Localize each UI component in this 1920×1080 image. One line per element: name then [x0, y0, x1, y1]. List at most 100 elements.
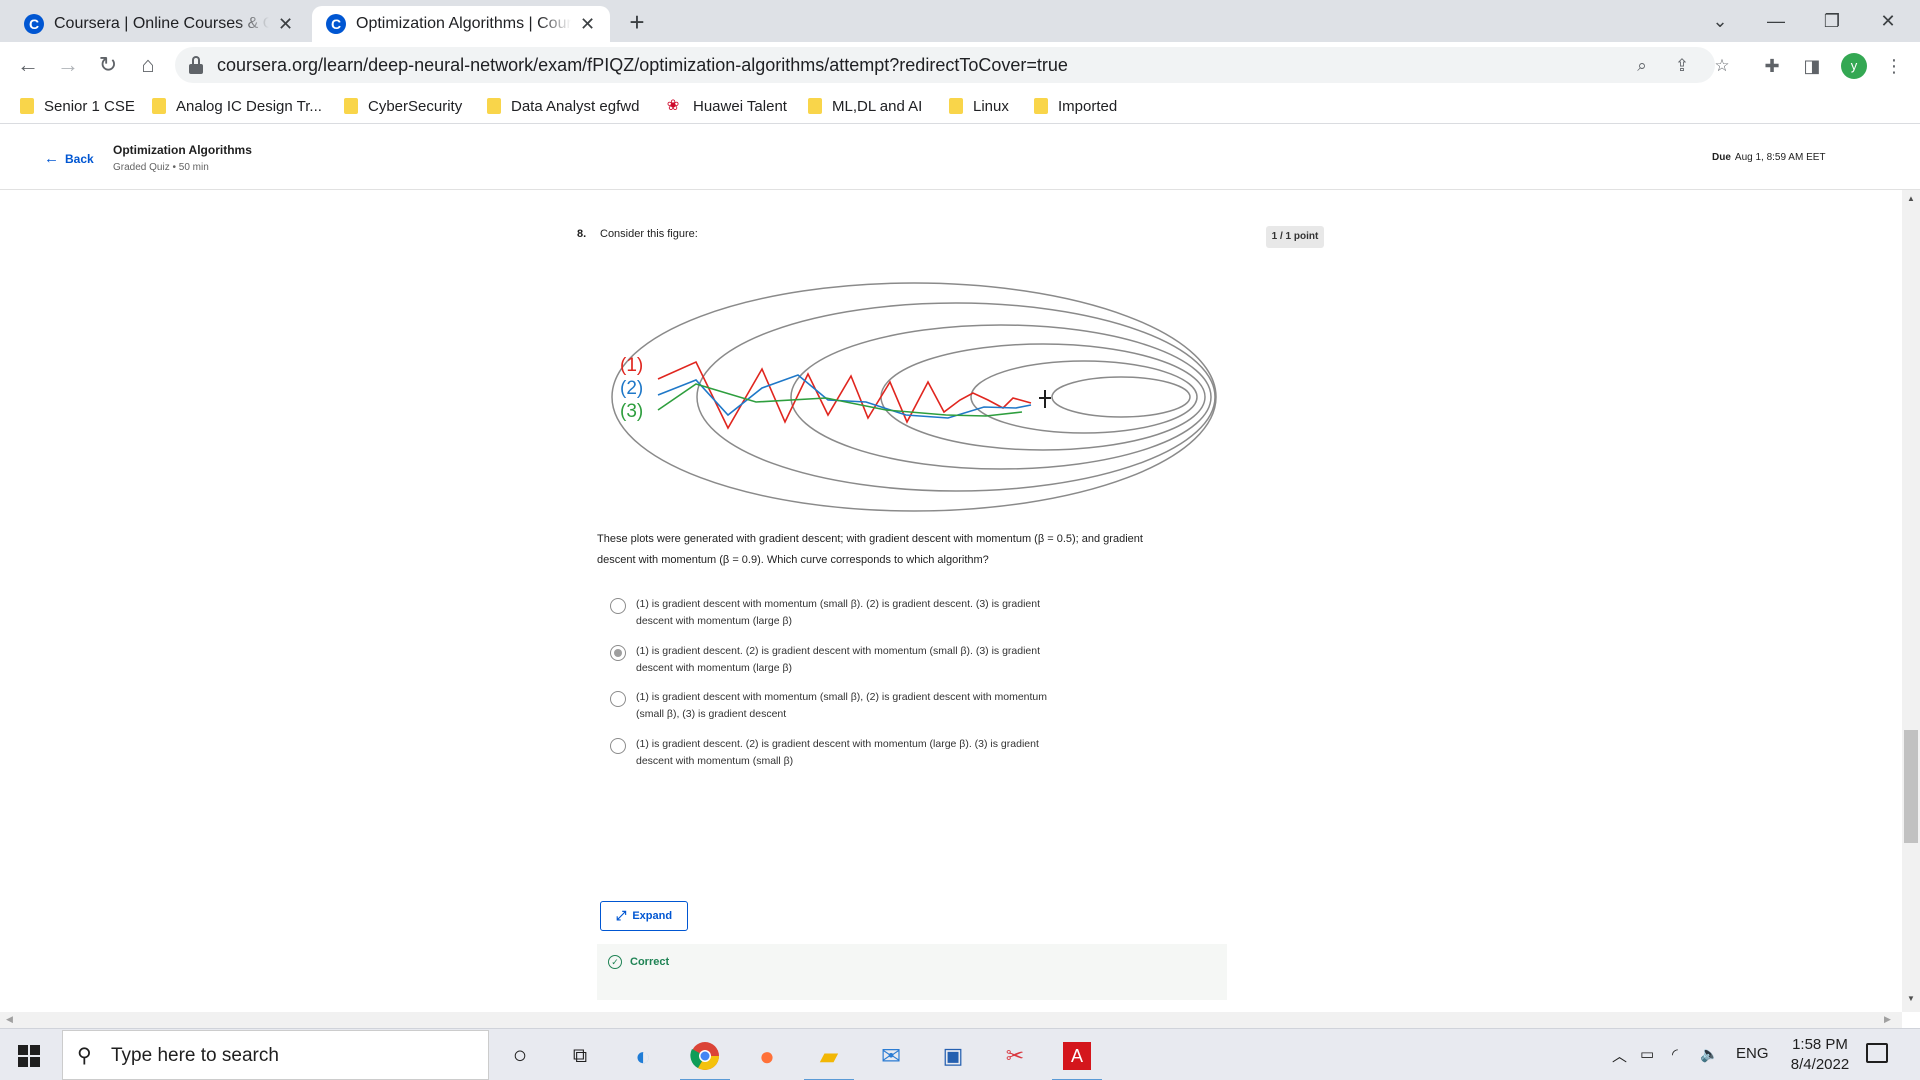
close-icon[interactable]: ✕: [579, 14, 596, 35]
restore-button[interactable]: ❐: [1812, 6, 1852, 36]
clock-date: 8/4/2022: [1790, 1056, 1850, 1073]
option-text: (1) is gradient descent with momentum (s…: [636, 689, 1106, 723]
radio-button[interactable]: [610, 691, 626, 707]
close-window-button[interactable]: ✕: [1868, 6, 1908, 36]
task-view-icon[interactable]: ⧉: [563, 1039, 597, 1073]
quiz-subtitle: Graded Quiz • 50 min: [113, 162, 209, 173]
bookmark-data-analyst[interactable]: Data Analyst egfwd: [487, 95, 639, 117]
expand-button[interactable]: ⤢ Expand: [600, 901, 688, 931]
zoom-icon[interactable]: ⌕: [1631, 55, 1653, 77]
radio-button[interactable]: [610, 598, 626, 614]
scroll-left-arrow-icon[interactable]: ◀: [6, 1014, 13, 1025]
forward-arrow-icon[interactable]: →: [54, 51, 82, 79]
browser-toolbar: ← → ↻ ⌂ coursera.org/learn/deep-neural-n…: [0, 42, 1920, 88]
show-hidden-icons-chevron-icon[interactable]: ︿: [1612, 1045, 1627, 1066]
folder-icon: [1034, 98, 1048, 114]
option-line-1: (1) is gradient descent. (2) is gradient…: [636, 738, 1039, 750]
menu-kebab-icon[interactable]: ⋮: [1882, 54, 1906, 78]
description-line-1: These plots were generated with gradient…: [597, 533, 1143, 545]
language-indicator[interactable]: ENG: [1736, 1045, 1769, 1062]
address-bar[interactable]: coursera.org/learn/deep-neural-network/e…: [175, 47, 1730, 83]
acrobat-icon[interactable]: A: [1052, 1039, 1102, 1080]
url-text[interactable]: coursera.org/learn/deep-neural-network/e…: [217, 55, 1068, 76]
folder-icon: [20, 98, 34, 114]
volume-icon[interactable]: 🔈: [1700, 1045, 1719, 1063]
tab-coursera-home[interactable]: C Coursera | Online Courses & Credential…: [10, 6, 308, 42]
bookmark-analog-ic[interactable]: Analog IC Design Tr...: [152, 95, 322, 117]
windows-taskbar: ⚲ Type here to search ○ ⧉ ◐ ● ▰ ✉ ▣ ✂ A …: [0, 1028, 1920, 1080]
firefox-icon[interactable]: ●: [750, 1039, 784, 1073]
radio-button-selected[interactable]: [610, 645, 626, 661]
option-line-1: (1) is gradient descent with momentum (s…: [636, 691, 1048, 703]
taskbar-search-box[interactable]: ⚲ Type here to search: [62, 1030, 489, 1080]
answer-option-3[interactable]: (1) is gradient descent with momentum (s…: [608, 689, 1128, 729]
notifications-icon[interactable]: [1866, 1043, 1888, 1063]
answer-option-1[interactable]: (1) is gradient descent with momentum (s…: [608, 596, 1128, 636]
file-explorer-icon[interactable]: ▰: [804, 1039, 854, 1080]
extensions-puzzle-icon[interactable]: ✚: [1760, 54, 1784, 78]
cortana-icon[interactable]: ○: [503, 1039, 537, 1073]
folder-icon: [344, 98, 358, 114]
bookmark-cybersecurity[interactable]: CyberSecurity: [344, 95, 462, 117]
radio-button[interactable]: [610, 738, 626, 754]
scroll-right-arrow-icon[interactable]: ▶: [1884, 1014, 1891, 1025]
bookmark-ml-dl-ai[interactable]: ML,DL and AI: [808, 95, 922, 117]
curve-1-label: (1): [620, 355, 643, 376]
bookmark-label: Huawei Talent: [693, 97, 787, 115]
folder-icon: [808, 98, 822, 114]
due-label: Due: [1712, 152, 1731, 163]
share-icon[interactable]: ⇪: [1671, 55, 1693, 77]
curve-labels: (1) (2) (3): [620, 355, 643, 422]
option-text: (1) is gradient descent with momentum (s…: [636, 596, 1106, 630]
profile-avatar[interactable]: y: [1841, 53, 1867, 79]
folder-icon: [487, 98, 501, 114]
vertical-scrollbar[interactable]: ▲ ▼: [1902, 190, 1920, 1012]
edge-icon[interactable]: ◐: [626, 1039, 660, 1073]
quiz-header: ← Back Optimization Algorithms Graded Qu…: [0, 124, 1920, 190]
back-link[interactable]: ← Back: [44, 150, 94, 167]
bookmark-linux[interactable]: Linux: [949, 95, 1009, 117]
curve-1-path: [657, 360, 1032, 430]
answer-option-4[interactable]: (1) is gradient descent. (2) is gradient…: [608, 736, 1128, 776]
battery-icon[interactable]: ▭: [1640, 1045, 1654, 1063]
description-line-2: descent with momentum (β = 0.9). Which c…: [597, 554, 989, 566]
reload-icon[interactable]: ↻: [94, 51, 122, 79]
close-icon[interactable]: ✕: [277, 14, 294, 35]
folder-icon: [152, 98, 166, 114]
optimization-figure: (1) (2) (3): [611, 282, 1217, 512]
due-value: Aug 1, 8:59 AM EET: [1734, 152, 1826, 163]
new-tab-button[interactable]: +: [622, 7, 652, 37]
minimize-button[interactable]: —: [1756, 6, 1796, 36]
scrollbar-thumb[interactable]: [1904, 730, 1918, 843]
curve-3-label: (3): [620, 401, 643, 422]
answer-option-2[interactable]: (1) is gradient descent. (2) is gradient…: [608, 643, 1128, 683]
side-panel-icon[interactable]: ◨: [1800, 54, 1824, 78]
home-icon[interactable]: ⌂: [134, 51, 162, 79]
curve-2-path: [657, 374, 1032, 419]
taskbar-clock[interactable]: 1:58 PM 8/4/2022: [1770, 1035, 1870, 1075]
bookmark-label: CyberSecurity: [368, 97, 463, 115]
chrome-icon[interactable]: [680, 1039, 730, 1080]
due-date: Due Aug 1, 8:59 AM EET: [1712, 152, 1826, 163]
bookmark-huawei-talent[interactable]: ❀ Huawei Talent: [663, 95, 787, 117]
back-arrow-icon[interactable]: ←: [14, 51, 42, 79]
coursera-icon: C: [326, 14, 346, 34]
scroll-up-arrow-icon[interactable]: ▲: [1902, 194, 1920, 208]
store-icon[interactable]: ▣: [936, 1039, 970, 1073]
tab-title: Coursera | Online Courses & Credentials …: [54, 15, 270, 32]
tab-optimization-algorithms[interactable]: C Optimization Algorithms | Coursera ✕: [312, 6, 610, 42]
tab-search-chevron-icon[interactable]: ⌄: [1700, 6, 1740, 36]
bookmark-imported[interactable]: Imported: [1034, 95, 1117, 117]
chrome-logo-icon: [690, 1042, 719, 1070]
mail-icon[interactable]: ✉: [874, 1039, 908, 1073]
bookmark-senior-1-cse[interactable]: Senior 1 CSE: [20, 95, 135, 117]
search-placeholder: Type here to search: [111, 1045, 279, 1066]
horizontal-scrollbar[interactable]: ◀ ▶: [0, 1012, 1902, 1028]
quiz-content: 8. Consider this figure: 1 / 1 point (1)…: [0, 190, 1902, 1012]
snipping-tool-icon[interactable]: ✂: [998, 1039, 1032, 1073]
wifi-icon[interactable]: ◜: [1672, 1045, 1678, 1063]
scroll-down-arrow-icon[interactable]: ▼: [1902, 994, 1920, 1008]
bookmark-star-icon[interactable]: ☆: [1711, 55, 1733, 77]
option-line-2: (small β), (3) is gradient descent: [636, 708, 787, 720]
windows-start-icon[interactable]: [18, 1045, 40, 1067]
